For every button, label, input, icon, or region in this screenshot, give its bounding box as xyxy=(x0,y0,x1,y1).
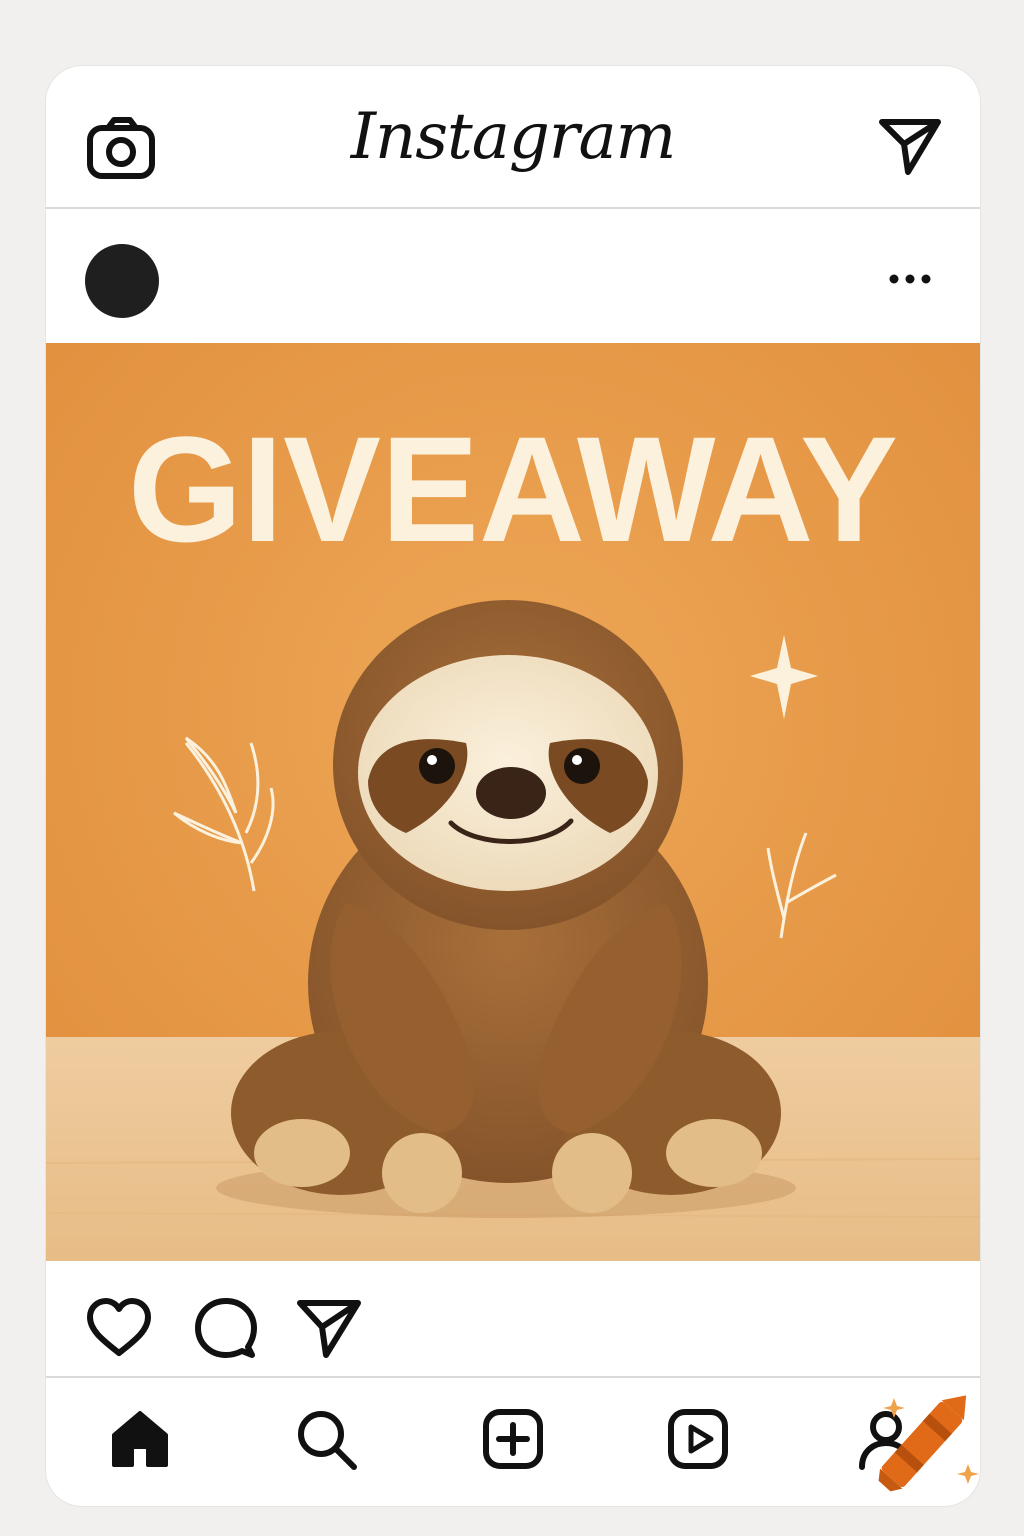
reels-icon[interactable] xyxy=(666,1407,730,1471)
giveaway-illustration: GIVEAWAY xyxy=(46,343,980,1261)
instagram-logo: Instagram xyxy=(350,100,677,174)
instagram-card: Instagram GIVEAWAY xyxy=(46,66,980,1506)
bottom-nav xyxy=(46,1380,980,1506)
create-icon[interactable] xyxy=(481,1407,545,1471)
crayon-watermark-icon xyxy=(878,1395,979,1492)
avatar[interactable] xyxy=(85,244,159,318)
post-image[interactable]: GIVEAWAY xyxy=(46,343,980,1261)
comment-icon[interactable] xyxy=(190,1297,260,1359)
more-dots-icon[interactable] xyxy=(886,271,934,287)
share-icon[interactable] xyxy=(294,1297,364,1359)
giveaway-headline: GIVEAWAY xyxy=(128,405,898,573)
heart-icon[interactable] xyxy=(84,1297,154,1359)
top-bar: Instagram xyxy=(46,66,980,209)
post-actions xyxy=(46,1261,980,1378)
home-icon[interactable] xyxy=(108,1407,172,1471)
search-icon[interactable] xyxy=(294,1407,358,1471)
paper-plane-icon[interactable] xyxy=(878,116,942,176)
post-header xyxy=(46,211,980,343)
